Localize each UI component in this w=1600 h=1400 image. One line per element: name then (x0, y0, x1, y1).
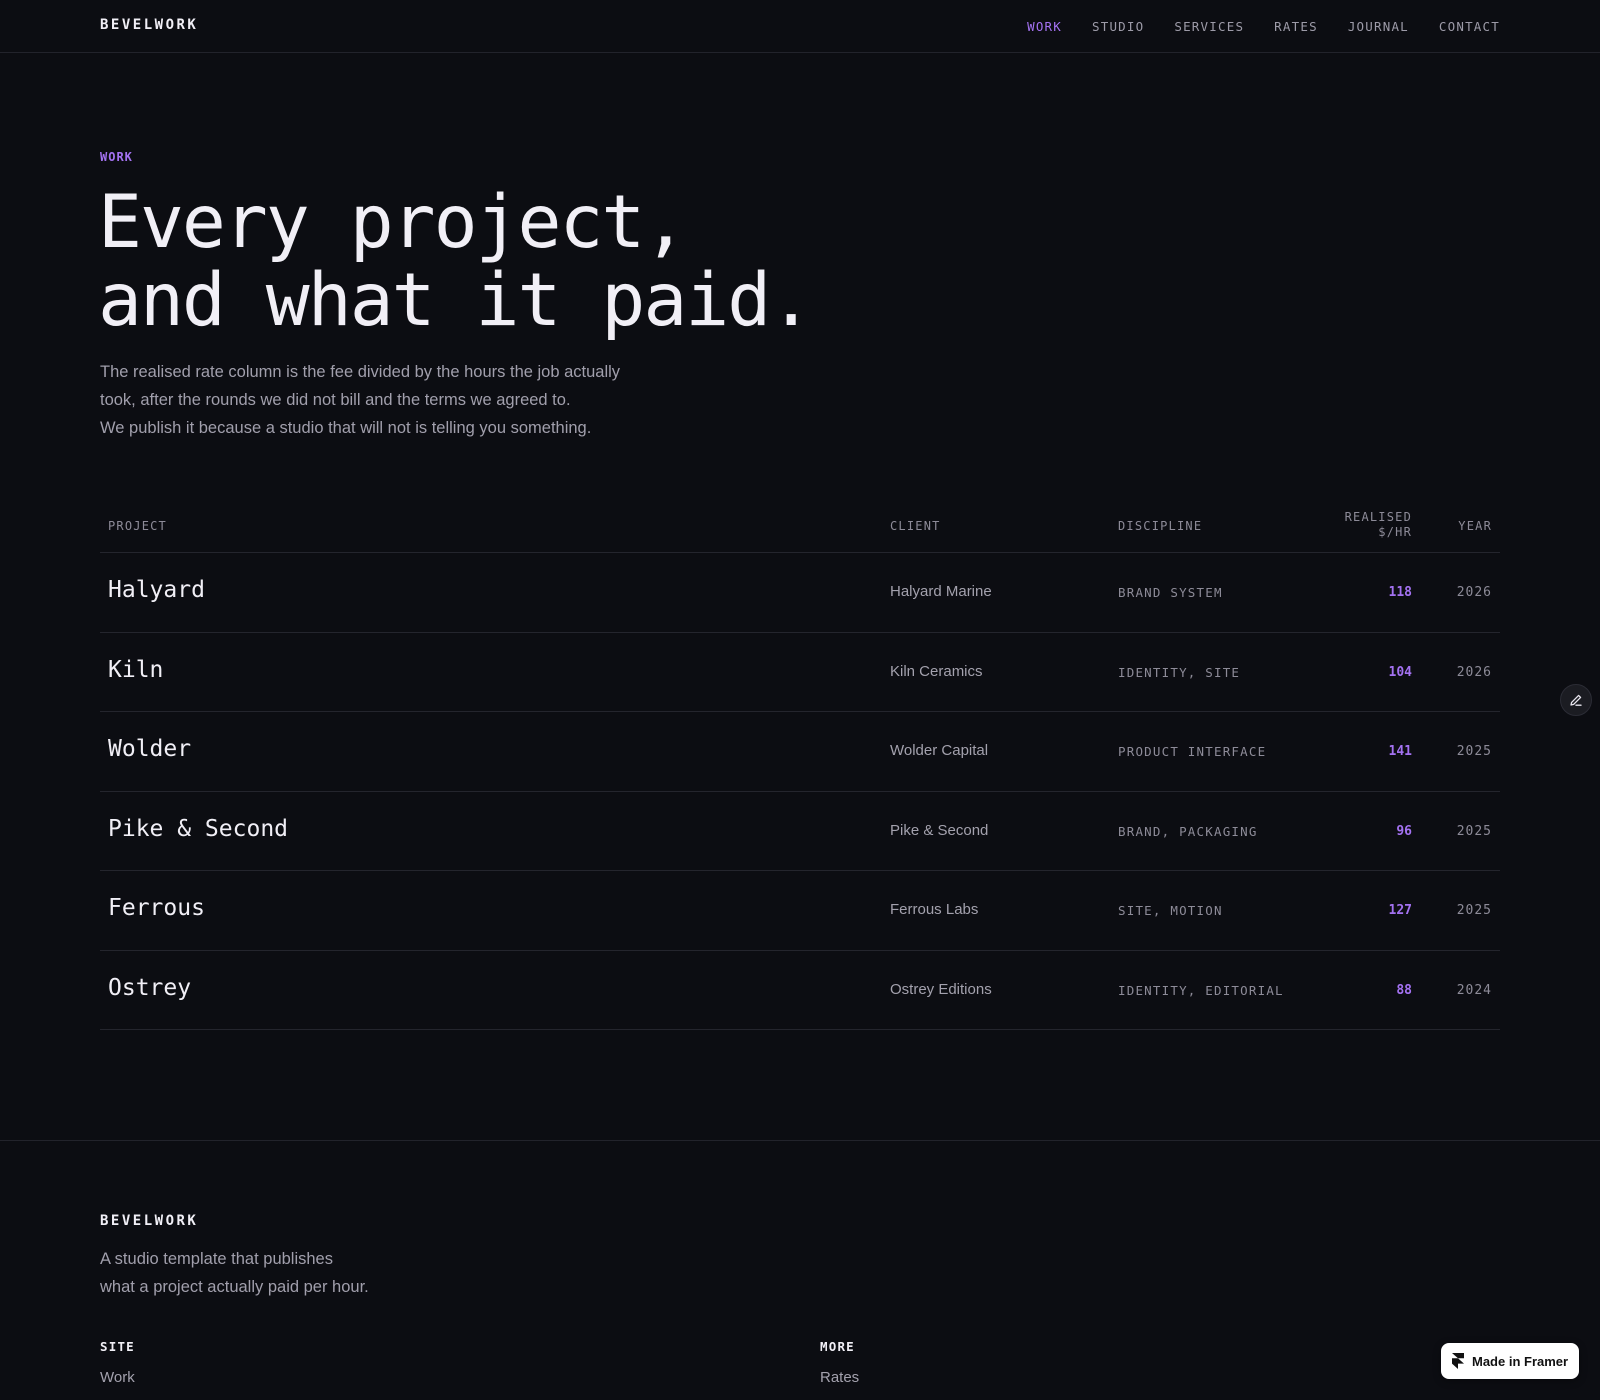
footer-tagline: A studio template that publishes what a … (100, 1245, 420, 1301)
discipline: BRAND, PACKAGING (1118, 823, 1258, 839)
footer-heading-more: MORE (820, 1339, 855, 1354)
brand-logo[interactable]: BEVELWORK (100, 17, 198, 33)
project-year: 2026 (1456, 585, 1492, 600)
footer-column-more: MORE Rates (820, 1339, 859, 1386)
edit-button[interactable] (1560, 684, 1592, 716)
badge-label: Made in Framer (1472, 1353, 1569, 1369)
project-year: 2026 (1456, 664, 1492, 680)
client-name: Pike & Second (890, 821, 989, 839)
project-name: Pike & Second (108, 815, 289, 842)
nav-link-contact[interactable]: CONTACT (1439, 19, 1500, 34)
intro-paragraph: The realised rate column is the fee divi… (100, 358, 660, 442)
project-name: Kiln (108, 656, 164, 683)
section-eyebrow: WORK (100, 150, 133, 164)
table-row[interactable]: Halyard Halyard Marine BRAND SYSTEM 118 … (100, 553, 1500, 633)
nav-link-rates[interactable]: RATES (1274, 19, 1318, 34)
discipline: IDENTITY, SITE (1118, 664, 1241, 680)
table-row[interactable]: Kiln Kiln Ceramics IDENTITY, SITE 104 20… (100, 633, 1500, 712)
table-row[interactable]: Pike & Second Pike & Second BRAND, PACKA… (100, 792, 1500, 871)
discipline: PRODUCT INTERFACE (1118, 744, 1267, 759)
footer-link-rates[interactable]: Rates (820, 1369, 859, 1386)
realised-rate: 141 (1388, 744, 1412, 759)
page-headline: Every project, and what it paid. (98, 184, 1098, 340)
discipline: SITE, MOTION (1118, 903, 1223, 918)
footer-tagline-line-2: what a project actually paid per hour. (100, 1278, 369, 1296)
column-header-rate-line-1: REALISED (1344, 510, 1412, 524)
project-name: Wolder (108, 736, 192, 762)
column-header-discipline: DISCIPLINE (1118, 519, 1203, 533)
realised-rate: 118 (1388, 585, 1412, 600)
table-row[interactable]: Wolder Wolder Capital PRODUCT INTERFACE … (100, 712, 1500, 792)
headline-line-2: and what it paid. (98, 258, 813, 343)
headline-line-1: Every project, (98, 180, 687, 265)
site-footer: BEVELWORK A studio template that publish… (0, 1140, 1600, 1400)
intro-line-3: We publish it because a studio that will… (100, 419, 592, 437)
realised-rate: 88 (1396, 982, 1412, 998)
column-header-client: CLIENT (890, 519, 941, 533)
projects-table: PROJECT CLIENT DISCIPLINE REALISED $/HR … (100, 505, 1500, 1030)
footer-brand: BEVELWORK (100, 1213, 199, 1229)
table-row[interactable]: Ostrey Ostrey Editions IDENTITY, EDITORI… (100, 951, 1500, 1030)
client-name: Wolder Capital (890, 742, 989, 759)
realised-rate: 96 (1396, 823, 1412, 839)
nav-link-work[interactable]: WORK (1027, 19, 1062, 34)
nav-link-studio[interactable]: STUDIO (1092, 19, 1144, 34)
column-header-year: YEAR (1458, 519, 1492, 533)
table-header: PROJECT CLIENT DISCIPLINE REALISED $/HR … (100, 505, 1500, 553)
project-name: Ostrey (108, 974, 192, 1001)
intro-line-1: The realised rate column is the fee divi… (100, 363, 621, 381)
nav-link-services[interactable]: SERVICES (1174, 19, 1244, 34)
footer-column-site: SITE Work (100, 1339, 135, 1386)
main-nav: WORK STUDIO SERVICES RATES JOURNAL CONTA… (1027, 19, 1500, 34)
project-year: 2024 (1456, 982, 1492, 998)
column-header-project: PROJECT (108, 519, 167, 533)
project-year: 2025 (1456, 744, 1492, 759)
pencil-icon (1570, 694, 1582, 706)
footer-heading-site: SITE (100, 1339, 135, 1354)
project-name: Ferrous (108, 895, 205, 921)
made-in-framer-badge[interactable]: Made in Framer (1441, 1343, 1579, 1379)
footer-tagline-line-1: A studio template that publishes (100, 1250, 333, 1268)
discipline: IDENTITY, EDITORIAL (1118, 982, 1284, 998)
nav-link-journal[interactable]: JOURNAL (1348, 19, 1409, 34)
realised-rate: 127 (1388, 903, 1412, 918)
project-name: Halyard (108, 577, 205, 603)
client-name: Ostrey Editions (890, 980, 992, 998)
top-navigation-bar: BEVELWORK WORK STUDIO SERVICES RATES JOU… (0, 0, 1600, 53)
table-row[interactable]: Ferrous Ferrous Labs SITE, MOTION 127 20… (100, 871, 1500, 951)
client-name: Ferrous Labs (890, 901, 979, 918)
framer-logo-icon (1452, 1353, 1464, 1369)
realised-rate: 104 (1388, 664, 1412, 680)
client-name: Halyard Marine (890, 583, 992, 600)
column-header-rate-line-2: $/HR (1378, 525, 1412, 539)
client-name: Kiln Ceramics (890, 662, 983, 680)
column-header-rate: REALISED $/HR (1345, 510, 1412, 540)
discipline: BRAND SYSTEM (1118, 585, 1223, 600)
footer-link-work[interactable]: Work (100, 1369, 135, 1386)
intro-line-2: took, after the rounds we did not bill a… (100, 391, 571, 409)
project-year: 2025 (1456, 823, 1492, 839)
project-year: 2025 (1456, 903, 1492, 918)
